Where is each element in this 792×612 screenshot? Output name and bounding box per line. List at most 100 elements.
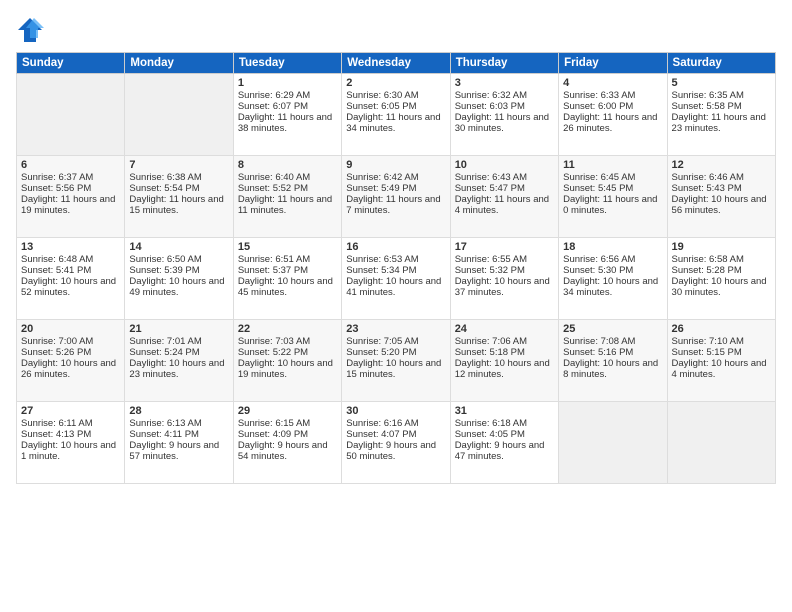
day-cell: 27Sunrise: 6:11 AMSunset: 4:13 PMDayligh… <box>17 402 125 484</box>
daylight-text: Daylight: 10 hours and 15 minutes. <box>346 358 445 380</box>
sunrise-text: Sunrise: 6:45 AM <box>563 172 662 183</box>
sunrise-text: Sunrise: 6:29 AM <box>238 90 337 101</box>
day-number: 23 <box>346 323 445 335</box>
sunset-text: Sunset: 5:58 PM <box>672 101 771 112</box>
week-row-5: 27Sunrise: 6:11 AMSunset: 4:13 PMDayligh… <box>17 402 776 484</box>
sunset-text: Sunset: 5:24 PM <box>129 347 228 358</box>
sunset-text: Sunset: 5:41 PM <box>21 265 120 276</box>
col-monday: Monday <box>125 53 233 74</box>
day-number: 27 <box>21 405 120 417</box>
sunset-text: Sunset: 5:32 PM <box>455 265 554 276</box>
day-number: 31 <box>455 405 554 417</box>
sunset-text: Sunset: 5:39 PM <box>129 265 228 276</box>
daylight-text: Daylight: 11 hours and 34 minutes. <box>346 112 445 134</box>
day-cell <box>125 74 233 156</box>
sunrise-text: Sunrise: 7:06 AM <box>455 336 554 347</box>
sunrise-text: Sunrise: 7:10 AM <box>672 336 771 347</box>
weekday-row: Sunday Monday Tuesday Wednesday Thursday… <box>17 53 776 74</box>
calendar-body: 1Sunrise: 6:29 AMSunset: 6:07 PM Daylight… <box>17 74 776 484</box>
day-number: 22 <box>238 323 337 335</box>
sunset-text: Sunset: 5:34 PM <box>346 265 445 276</box>
day-cell: 7Sunrise: 6:38 AMSunset: 5:54 PMDaylight… <box>125 156 233 238</box>
sunrise-text: Sunrise: 6:56 AM <box>563 254 662 265</box>
calendar-header: Sunday Monday Tuesday Wednesday Thursday… <box>17 53 776 74</box>
daylight-text: Daylight: 10 hours and 49 minutes. <box>129 276 228 298</box>
sunrise-text: Sunrise: 6:50 AM <box>129 254 228 265</box>
week-row-3: 13Sunrise: 6:48 AMSunset: 5:41 PMDayligh… <box>17 238 776 320</box>
sunrise-text: Sunrise: 7:05 AM <box>346 336 445 347</box>
sunrise-text: Sunrise: 6:51 AM <box>238 254 337 265</box>
sunrise-text: Sunrise: 6:55 AM <box>455 254 554 265</box>
daylight-text: Daylight: 10 hours and 37 minutes. <box>455 276 554 298</box>
daylight-text: Daylight: 9 hours and 47 minutes. <box>455 440 554 462</box>
daylight-text: Daylight: 10 hours and 30 minutes. <box>672 276 771 298</box>
sunset-text: Sunset: 5:28 PM <box>672 265 771 276</box>
day-cell: 26Sunrise: 7:10 AMSunset: 5:15 PMDayligh… <box>667 320 775 402</box>
sunset-text: Sunset: 5:18 PM <box>455 347 554 358</box>
sunset-text: Sunset: 6:03 PM <box>455 101 554 112</box>
day-cell: 28Sunrise: 6:13 AMSunset: 4:11 PMDayligh… <box>125 402 233 484</box>
day-cell: 30Sunrise: 6:16 AMSunset: 4:07 PMDayligh… <box>342 402 450 484</box>
day-cell: 4Sunrise: 6:33 AMSunset: 6:00 PMDaylight… <box>559 74 667 156</box>
sunrise-text: Sunrise: 7:00 AM <box>21 336 120 347</box>
calendar-page: Sunday Monday Tuesday Wednesday Thursday… <box>0 0 792 612</box>
sunrise-text: Sunrise: 6:18 AM <box>455 418 554 429</box>
daylight-text: Daylight: 11 hours and 26 minutes. <box>563 112 662 134</box>
daylight-text: Daylight: 10 hours and 12 minutes. <box>455 358 554 380</box>
day-number: 28 <box>129 405 228 417</box>
sunset-text: Sunset: 6:07 PM <box>238 101 337 112</box>
day-cell: 23Sunrise: 7:05 AMSunset: 5:20 PMDayligh… <box>342 320 450 402</box>
day-cell: 16Sunrise: 6:53 AMSunset: 5:34 PMDayligh… <box>342 238 450 320</box>
week-row-4: 20Sunrise: 7:00 AMSunset: 5:26 PMDayligh… <box>17 320 776 402</box>
day-cell: 6Sunrise: 6:37 AMSunset: 5:56 PMDaylight… <box>17 156 125 238</box>
day-cell: 3Sunrise: 6:32 AMSunset: 6:03 PMDaylight… <box>450 74 558 156</box>
sunset-text: Sunset: 5:49 PM <box>346 183 445 194</box>
sunset-text: Sunset: 4:07 PM <box>346 429 445 440</box>
sunrise-text: Sunrise: 6:30 AM <box>346 90 445 101</box>
daylight-text: Daylight: 10 hours and 1 minute. <box>21 440 120 462</box>
day-number: 20 <box>21 323 120 335</box>
daylight-text: Daylight: 10 hours and 8 minutes. <box>563 358 662 380</box>
sunset-text: Sunset: 5:20 PM <box>346 347 445 358</box>
day-cell: 31Sunrise: 6:18 AMSunset: 4:05 PMDayligh… <box>450 402 558 484</box>
sunrise-text: Sunrise: 7:01 AM <box>129 336 228 347</box>
day-cell: 2Sunrise: 6:30 AMSunset: 6:05 PMDaylight… <box>342 74 450 156</box>
day-number: 21 <box>129 323 228 335</box>
sunset-text: Sunset: 4:09 PM <box>238 429 337 440</box>
sunset-text: Sunset: 6:05 PM <box>346 101 445 112</box>
daylight-text: Daylight: 11 hours and 7 minutes. <box>346 194 445 216</box>
day-number: 13 <box>21 241 120 253</box>
sunrise-text: Sunrise: 6:35 AM <box>672 90 771 101</box>
sunrise-text: Sunrise: 6:46 AM <box>672 172 771 183</box>
daylight-text: Daylight: 10 hours and 4 minutes. <box>672 358 771 380</box>
day-number: 24 <box>455 323 554 335</box>
day-cell: 15Sunrise: 6:51 AMSunset: 5:37 PMDayligh… <box>233 238 341 320</box>
day-number: 1 <box>238 77 337 89</box>
daylight-text: Daylight: 11 hours and 11 minutes. <box>238 194 337 216</box>
day-cell: 24Sunrise: 7:06 AMSunset: 5:18 PMDayligh… <box>450 320 558 402</box>
day-number: 29 <box>238 405 337 417</box>
day-cell: 13Sunrise: 6:48 AMSunset: 5:41 PMDayligh… <box>17 238 125 320</box>
calendar-table: Sunday Monday Tuesday Wednesday Thursday… <box>16 52 776 484</box>
day-number: 6 <box>21 159 120 171</box>
sunrise-text: Sunrise: 6:40 AM <box>238 172 337 183</box>
day-number: 19 <box>672 241 771 253</box>
day-cell: 29Sunrise: 6:15 AMSunset: 4:09 PMDayligh… <box>233 402 341 484</box>
day-number: 2 <box>346 77 445 89</box>
week-row-2: 6Sunrise: 6:37 AMSunset: 5:56 PMDaylight… <box>17 156 776 238</box>
col-tuesday: Tuesday <box>233 53 341 74</box>
daylight-text: Daylight: 9 hours and 57 minutes. <box>129 440 228 462</box>
sunrise-text: Sunrise: 6:16 AM <box>346 418 445 429</box>
daylight-text: Daylight: 10 hours and 26 minutes. <box>21 358 120 380</box>
day-number: 5 <box>672 77 771 89</box>
sunset-text: Sunset: 5:15 PM <box>672 347 771 358</box>
week-row-1: 1Sunrise: 6:29 AMSunset: 6:07 PM Daylight… <box>17 74 776 156</box>
day-cell: 25Sunrise: 7:08 AMSunset: 5:16 PMDayligh… <box>559 320 667 402</box>
daylight-text: Daylight: 10 hours and 19 minutes. <box>238 358 337 380</box>
sunrise-text: Sunrise: 6:11 AM <box>21 418 120 429</box>
daylight-text: Daylight: 9 hours and 50 minutes. <box>346 440 445 462</box>
sunset-text: Sunset: 5:45 PM <box>563 183 662 194</box>
sunset-text: Sunset: 5:56 PM <box>21 183 120 194</box>
day-number: 25 <box>563 323 662 335</box>
day-cell: 20Sunrise: 7:00 AMSunset: 5:26 PMDayligh… <box>17 320 125 402</box>
